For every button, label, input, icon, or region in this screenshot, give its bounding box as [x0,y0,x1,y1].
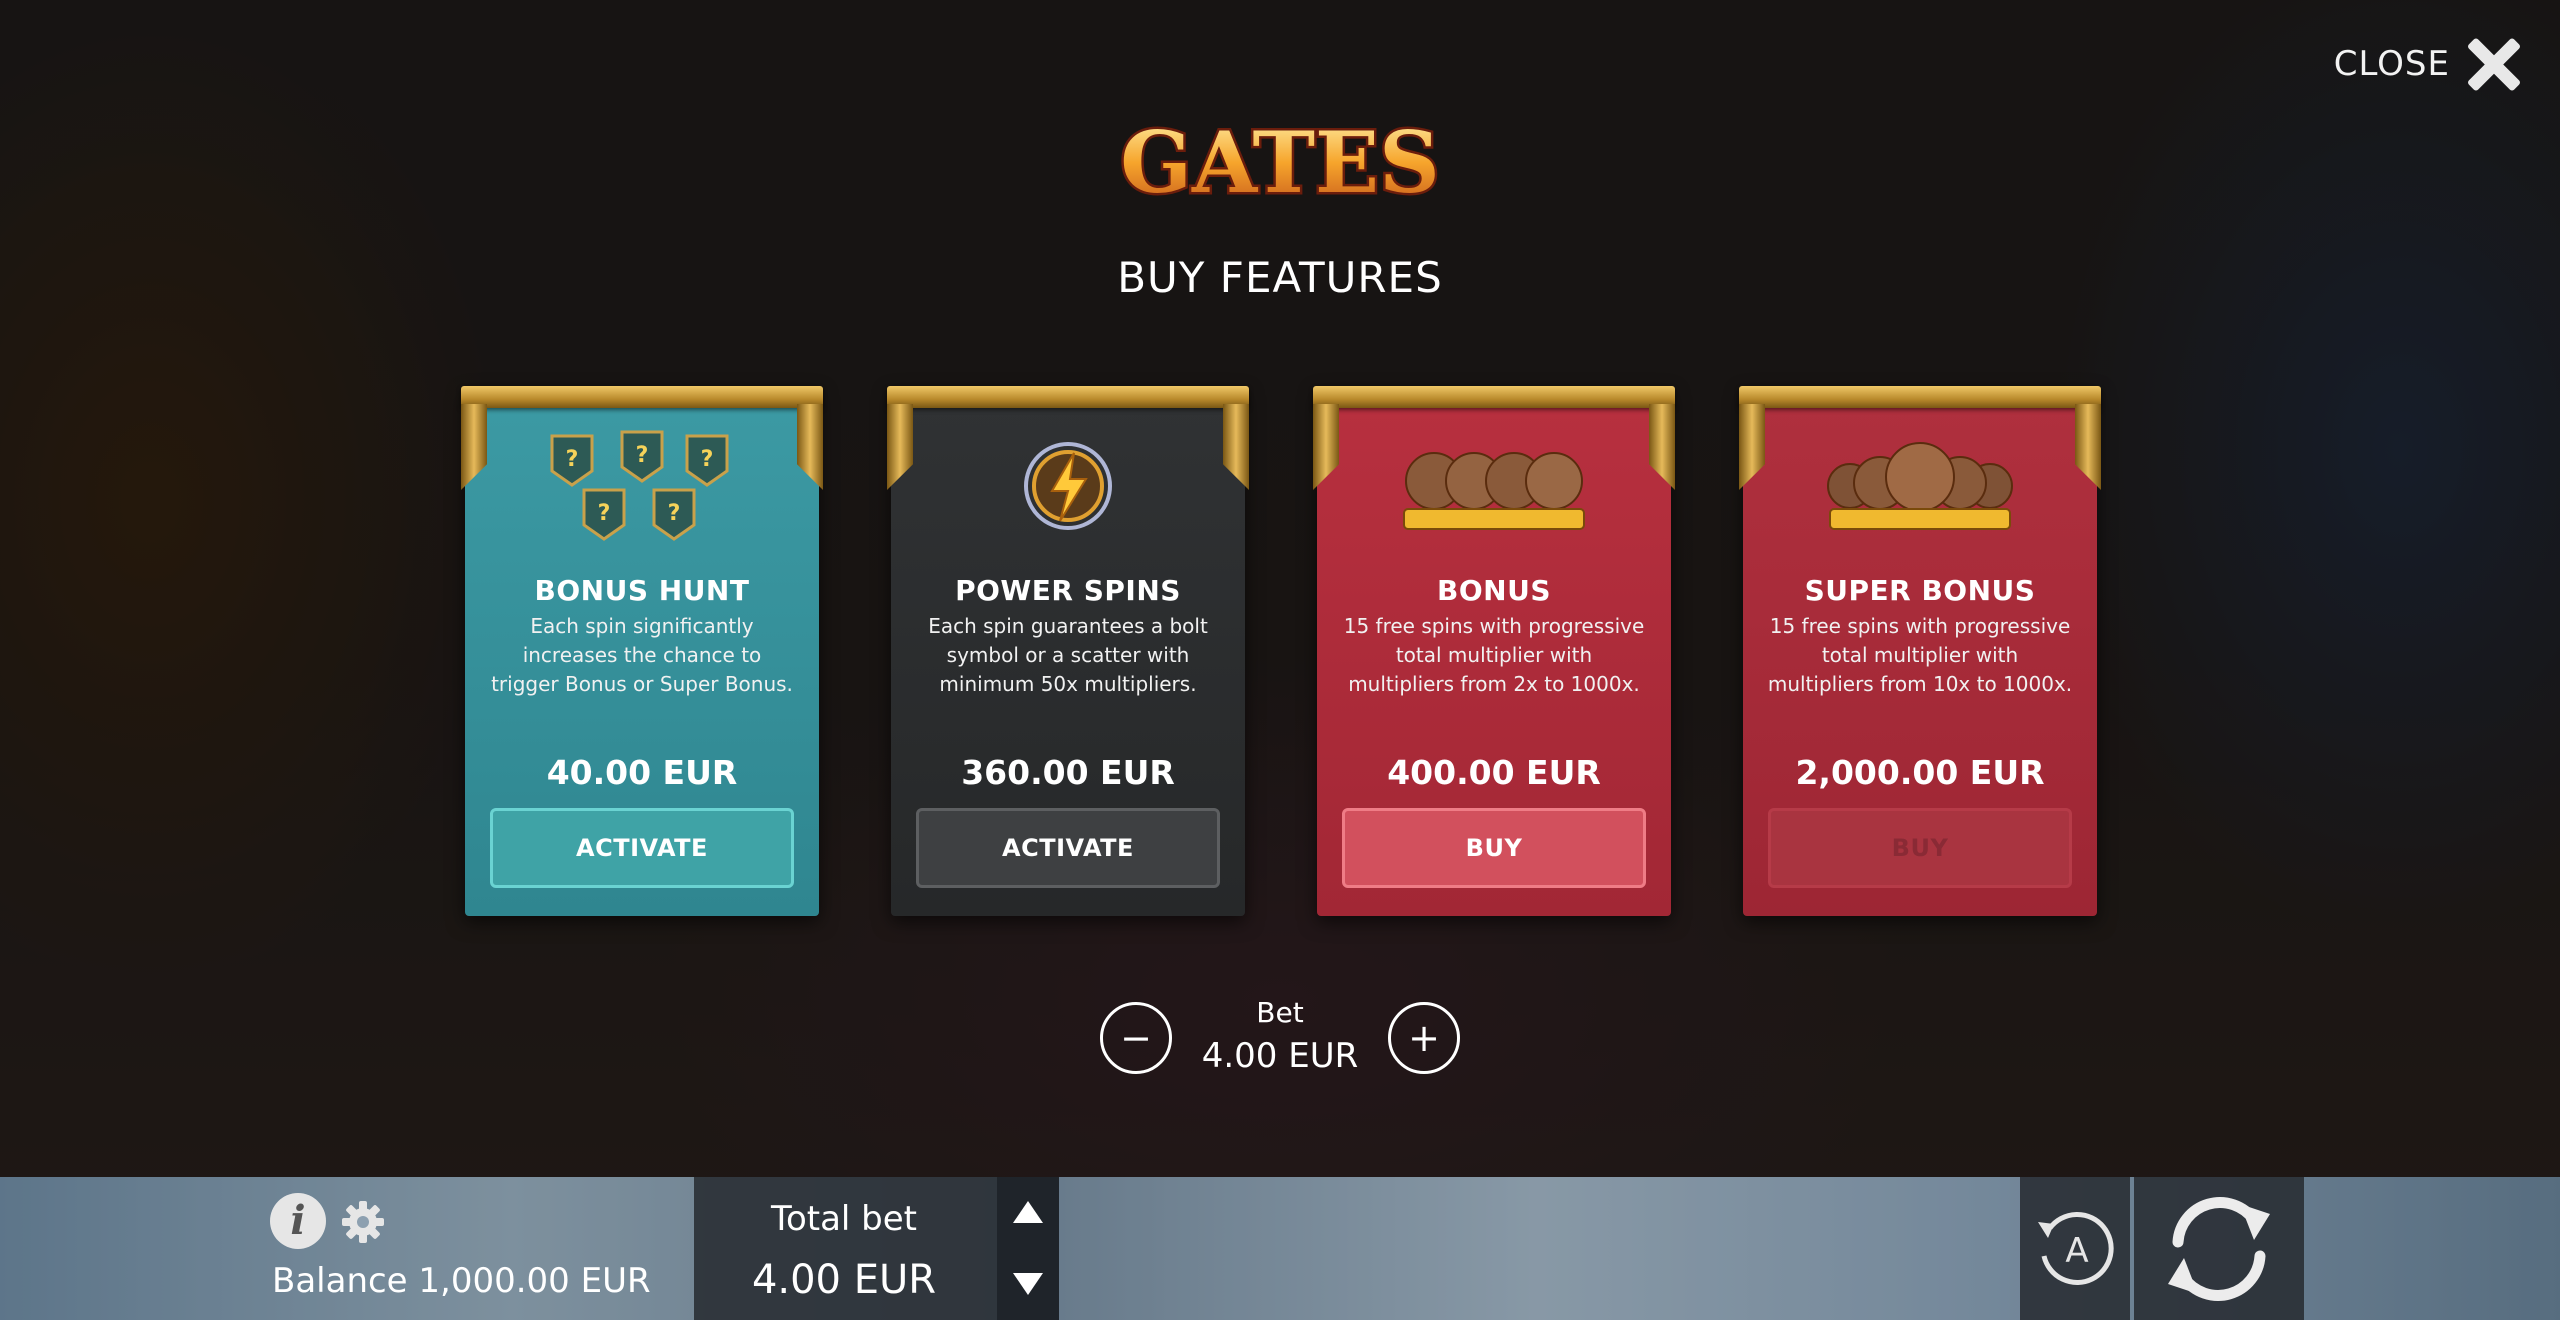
bet-down-icon[interactable] [1013,1273,1043,1295]
card-title: POWER SPINS [955,574,1181,607]
game-logo: GATES [980,100,1580,230]
buy-super-bonus-button[interactable]: BUY [1768,808,2072,888]
card-price: 400.00 EUR [1387,753,1601,792]
feature-card-bonus: BONUS 15 free spins with progressive tot… [1313,386,1675,916]
game-logo-art: GATES [1118,111,1443,215]
svg-text:GATES: GATES [1120,113,1440,212]
card-description: 15 free spins with progressive total mul… [1343,614,1645,696]
increase-bet-button[interactable]: + [1388,1002,1460,1074]
close-label: CLOSE [2333,44,2450,84]
super-scatter-symbols-icon [1743,428,2097,543]
card-description: 15 free spins with progressive total mul… [1767,614,2073,696]
feature-cards: ????? BONUS HUNT Each spin significantly… [461,386,2101,918]
close-button[interactable]: CLOSE [2334,34,2524,94]
spin-icon [2168,1196,2270,1301]
page-title: BUY FEATURES [1117,253,1443,302]
scatter-symbols-icon [1317,428,1671,543]
mystery-shields-icon: ????? [465,428,819,543]
feature-card-bonus-hunt: ????? BONUS HUNT Each spin significantly… [461,386,823,916]
balance-text: Balance 1,000.00 EUR [272,1261,651,1301]
total-bet-value: 4.00 EUR [751,1257,937,1303]
card-title: SUPER BONUS [1804,574,2036,607]
svg-text:?: ? [636,443,649,468]
activate-bonus-hunt-button[interactable]: ACTIVATE [490,808,794,888]
card-title: BONUS [1437,574,1551,607]
card-price: 2,000.00 EUR [1795,753,2045,792]
plus-icon: + [1408,1016,1440,1060]
activate-power-spins-button[interactable]: ACTIVATE [916,808,1220,888]
feature-card-super-bonus: SUPER BONUS 15 free spins with progressi… [1739,386,2101,916]
card-price: 360.00 EUR [961,753,1175,792]
svg-text:?: ? [566,447,579,472]
svg-text:?: ? [701,447,714,472]
buy-bonus-button[interactable]: BUY [1342,808,1646,888]
bet-up-icon[interactable] [1013,1201,1043,1223]
feature-card-power-spins: POWER SPINS Each spin guarantees a bolt … [887,386,1249,916]
card-description: Each spin guarantees a bolt symbol or a … [928,614,1208,696]
svg-text:?: ? [598,501,611,526]
info-icon[interactable]: i [270,1193,326,1249]
close-icon[interactable] [2464,34,2524,94]
card-description: Each spin significantly increases the ch… [491,614,793,696]
card-price: 40.00 EUR [546,753,738,792]
bet-control: − Bet 4.00 EUR + [1100,996,1460,1090]
total-bet-label: Total bet [770,1199,918,1239]
spin-button[interactable] [2134,1177,2304,1320]
svg-text:A: A [2065,1231,2088,1271]
total-bet-arrows [997,1177,1059,1320]
card-title: BONUS HUNT [534,574,750,607]
autoplay-button[interactable]: A [2020,1177,2130,1320]
svg-text:?: ? [668,501,681,526]
bottom-bar: i Balance 1,000.00 EUR Total bet 4.00 EU… [0,1177,2560,1320]
gear-icon[interactable] [340,1199,386,1245]
autoplay-icon: A [2038,1211,2114,1285]
total-bet-panel: Total bet 4.00 EUR [694,1177,1059,1320]
lightning-bolt-icon [891,428,1245,543]
